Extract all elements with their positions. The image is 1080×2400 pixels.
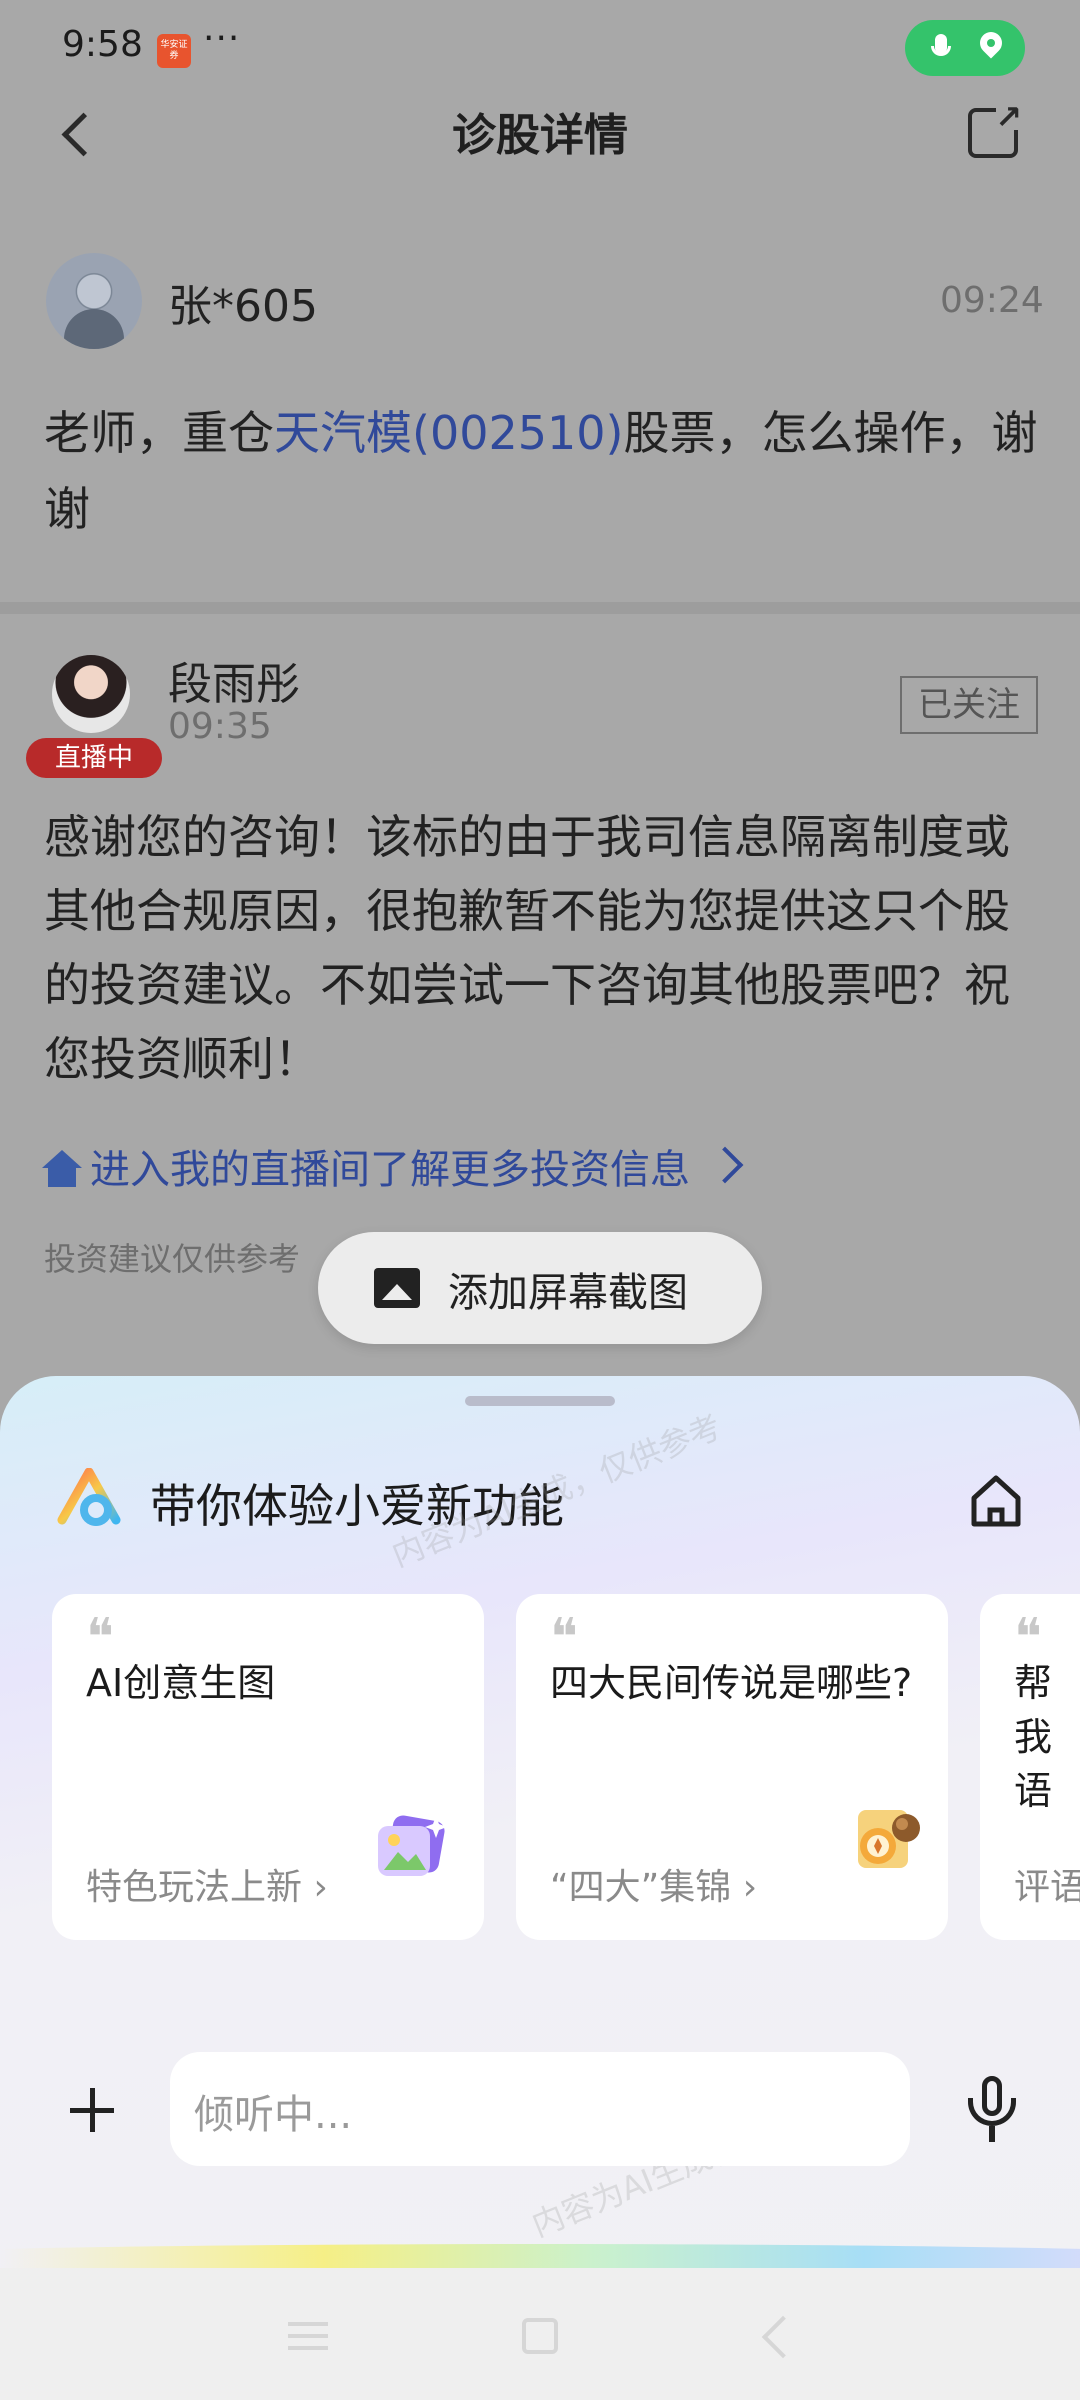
suggestion-title: 四大民间传说是哪些? xyxy=(550,1661,913,1705)
suggestion-title: AI创意生图 xyxy=(86,1661,276,1705)
back-button[interactable] xyxy=(50,105,110,165)
page-title: 诊股详情 xyxy=(452,110,628,161)
assistant-input[interactable]: 倾听中... xyxy=(170,2052,910,2166)
suggestion-subtitle: 评语 xyxy=(1014,1867,1080,1908)
user-name: 张*605 xyxy=(168,281,318,332)
suggestion-card[interactable]: ❝ 四大民间传说是哪些? “四大”集锦 › xyxy=(516,1594,948,1940)
sheet-drag-handle[interactable] xyxy=(465,1396,615,1406)
stock-link[interactable]: 天汽模(002510) xyxy=(274,406,624,460)
user-avatar[interactable] xyxy=(46,253,142,349)
scroll-compass-icon xyxy=(858,1810,920,1868)
microphone-button[interactable] xyxy=(960,2076,1024,2146)
image-sparkle-icon xyxy=(378,1815,447,1876)
home-icon[interactable] xyxy=(968,1472,1024,1528)
navigation-bar xyxy=(0,2268,1080,2400)
live-room-link[interactable]: 进入我的直播间了解更多投资信息 xyxy=(90,1140,690,1200)
suggestion-card[interactable]: ❝ AI创意生图 特色玩法上新 › xyxy=(52,1594,484,1940)
suggestion-cards: ❝ AI创意生图 特色玩法上新 › ❝ 四大民间传说是哪些? “四大”集锦 › xyxy=(0,1594,1080,1940)
app-notification-icon: 华安证券 xyxy=(157,34,191,68)
question-text-before: 老师，重仓 xyxy=(44,406,274,460)
assistant-sheet: 带你体验小爱新功能 ❝ AI创意生图 特色玩法上新 › ❝ 四大民间传说是哪些?… xyxy=(0,1376,1080,2400)
status-bar: 9:58 华安证券 ··· xyxy=(0,0,1080,100)
privacy-indicator-pill[interactable] xyxy=(905,20,1025,76)
back-nav-button[interactable] xyxy=(761,2315,805,2359)
live-badge[interactable]: 直播中 xyxy=(26,738,162,778)
mic-in-use-icon xyxy=(931,34,951,56)
location-in-use-icon xyxy=(975,27,1007,59)
suggestion-card[interactable]: ❝ 帮我语 评语 xyxy=(980,1594,1080,1940)
question-text: 老师，重仓天汽模(002510)股票，怎么操作，谢谢 xyxy=(44,395,1044,547)
answer-text: 感谢您的咨询！该标的由于我司信息隔离制度或其他合规原因，很抱歉暂不能为您提供这只… xyxy=(44,810,1010,1086)
follow-button[interactable]: 已关注 xyxy=(900,676,1038,734)
add-attachment-button[interactable] xyxy=(60,2078,124,2142)
home-icon xyxy=(42,1150,82,1190)
input-placeholder: 倾听中... xyxy=(194,2092,353,2138)
chevron-right-icon[interactable] xyxy=(706,1146,744,1184)
advisor-name: 段雨彤 xyxy=(168,659,300,710)
status-time: 9:58 xyxy=(62,24,143,65)
recent-apps-button[interactable] xyxy=(288,2322,328,2350)
suggestion-subtitle: 特色玩法上新 › xyxy=(86,1867,328,1908)
add-screenshot-button[interactable]: 添加屏幕截图 xyxy=(318,1232,762,1344)
suggestion-title: 帮我语 xyxy=(1014,1661,1053,1813)
answer-time: 09:35 xyxy=(168,706,272,747)
mic-icon-stem xyxy=(989,2126,995,2142)
mic-icon-arc xyxy=(968,2098,1016,2126)
more-notifications-icon: ··· xyxy=(203,18,241,59)
suggestion-subtitle: “四大”集锦 › xyxy=(550,1867,758,1908)
home-button[interactable] xyxy=(522,2318,558,2354)
image-icon xyxy=(374,1268,420,1308)
advisor-avatar[interactable] xyxy=(52,655,130,733)
xiaoai-logo-icon xyxy=(57,1468,121,1526)
disclaimer-text: 投资建议仅供参考 xyxy=(44,1240,301,1278)
divider xyxy=(0,602,1080,614)
question-time: 09:24 xyxy=(940,280,1044,321)
add-screenshot-label: 添加屏幕截图 xyxy=(448,1270,688,1316)
share-icon[interactable] xyxy=(968,98,1022,158)
